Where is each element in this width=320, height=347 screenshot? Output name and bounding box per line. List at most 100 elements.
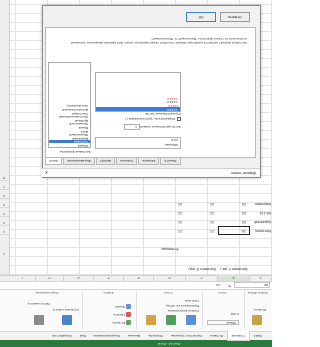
column-header-f[interactable]: F <box>94 275 124 281</box>
find-select-icon[interactable] <box>34 315 44 325</box>
separator-checkbox[interactable] <box>177 117 181 121</box>
active-cell-outline <box>218 226 250 235</box>
cell-d4[interactable]: 21 <box>178 211 182 215</box>
column-header-e[interactable]: E <box>124 275 154 281</box>
row-header-6[interactable]: 6 <box>0 190 9 199</box>
tab-data[interactable]: Данные <box>124 332 144 341</box>
column-header-h[interactable]: H <box>36 275 64 281</box>
sample-box: Образец 24,0 <box>95 137 181 149</box>
tab-insert[interactable]: Вставка <box>206 332 227 341</box>
tab-file[interactable]: Файл <box>250 332 266 341</box>
row-header-7[interactable]: 7 <box>0 181 9 190</box>
column-header-g[interactable]: G <box>64 275 94 281</box>
cell-b3[interactable]: 24 <box>242 220 246 224</box>
sort-filter-button[interactable]: Сортировка и фильтр <box>53 308 79 311</box>
column-header-b[interactable]: B <box>218 275 250 281</box>
format-table-icon[interactable] <box>166 315 176 325</box>
tab-alignment[interactable]: Выравнивание <box>63 158 95 165</box>
cell-b5[interactable]: 24 <box>242 202 246 206</box>
fx-icon[interactable]: fx <box>228 284 231 288</box>
delete-cells-label: Удалить <box>113 313 125 316</box>
cell-a3[interactable]: Цирконий <box>254 220 271 224</box>
row-header-4[interactable]: 4 <box>0 208 9 217</box>
cell-c3[interactable]: 21 <box>210 220 214 224</box>
cell-styles-icon[interactable] <box>146 315 156 325</box>
delete-cells-button[interactable]: Удалить <box>114 312 131 317</box>
dialog-title-bar[interactable]: Формат ячеек ✕ <box>41 168 260 177</box>
column-header-c[interactable]: C <box>186 275 218 281</box>
name-box[interactable]: B2 <box>234 282 270 288</box>
cancel-button[interactable]: Отмена <box>220 12 250 22</box>
row-header-1[interactable]: 1 <box>0 235 9 275</box>
group-label-editing: Редактирование <box>35 291 59 294</box>
title-bar: Книга1 - Excel <box>0 340 272 347</box>
group-styles: Условное форматирование Форматировать ка… <box>136 291 200 329</box>
sort-filter-icon[interactable] <box>62 315 72 325</box>
header-cell-vitamin-d[interactable]: Витамин D (ед) <box>188 266 216 271</box>
tab-formulas[interactable]: Формулы <box>144 332 167 341</box>
column-header-a[interactable]: A <box>250 275 272 281</box>
dialog-tabs: Число Выравнивание Шрифт Граница Заливка… <box>45 158 256 165</box>
negative-option[interactable]: -1234,0 <box>96 96 180 101</box>
close-icon[interactable]: ✕ <box>43 169 50 176</box>
conditional-format-icon[interactable] <box>186 315 196 325</box>
cell-a4[interactable]: НВ-101 <box>259 211 271 215</box>
insert-cells-button[interactable]: Вставить <box>112 320 131 325</box>
negative-numbers-list[interactable]: -1234,0 1234,0 -1234,0 -1234,0 <box>95 72 181 112</box>
column-header-i[interactable]: I <box>10 275 36 281</box>
percent-icon[interactable]: % 000 <box>231 312 239 315</box>
window-title: Книга1 - Excel <box>157 342 180 346</box>
ribbon: Вставить Буфер обмена Общий % 000 Число … <box>0 289 272 331</box>
row-header-2[interactable]: 2 <box>0 226 9 235</box>
group-label-number: Число <box>218 291 227 294</box>
tab-border[interactable]: Граница <box>116 158 138 165</box>
find-select-button[interactable]: Найти и выделить <box>28 302 50 305</box>
cell-styles-button[interactable]: Стили ячеек <box>185 299 199 302</box>
cell-d3[interactable]: 21 <box>178 220 182 224</box>
number-format-select[interactable]: Общий <box>207 320 239 325</box>
cell-c2[interactable]: 21 <box>210 229 214 233</box>
group-label-clipboard: Буфер обмена <box>247 291 268 294</box>
cell-a2[interactable]: Контроль <box>255 229 271 233</box>
format-description: Числовой формат является наиболее общим … <box>70 37 247 45</box>
column-headers: A B C D E F G H I <box>0 275 272 281</box>
tab-home[interactable]: Главная <box>226 331 250 341</box>
cell-b4[interactable]: 24 <box>242 211 246 215</box>
row-header-5[interactable]: 5 <box>0 199 9 208</box>
column-header-d[interactable]: D <box>154 275 186 281</box>
tab-view[interactable]: Вид <box>76 332 90 341</box>
cell-d2[interactable]: 21 <box>178 229 182 233</box>
tab-review[interactable]: Рецензирование <box>90 332 124 341</box>
tab-developer[interactable]: Разработчик <box>48 332 76 341</box>
header-cell-carbs[interactable]: Углеводы <box>156 246 184 251</box>
conditional-format-button[interactable]: Условное форматирование <box>168 309 199 312</box>
group-label-styles: Стили <box>164 291 173 294</box>
paste-icon[interactable] <box>252 315 262 325</box>
cell-d5[interactable]: 21 <box>178 202 182 206</box>
row-header-3[interactable]: 3 <box>0 217 9 226</box>
row-header-8[interactable]: 8 <box>0 172 9 181</box>
tab-font[interactable]: Шрифт <box>95 158 116 165</box>
sample-value: 24,0 <box>171 138 178 142</box>
insert-cells-icon <box>126 320 131 325</box>
cell-c5[interactable]: 21 <box>210 202 214 206</box>
format-cells-button[interactable]: Формат <box>114 304 131 309</box>
tab-fill[interactable]: Заливка <box>138 158 160 165</box>
format-as-table-button[interactable]: Форматировать как таблицу <box>166 304 199 307</box>
category-item[interactable]: Дополнительный <box>49 107 90 112</box>
cell-c4[interactable]: 21 <box>210 211 214 215</box>
formula-input[interactable]: 24 <box>216 283 220 287</box>
tab-protection[interactable]: Защита <box>160 158 181 165</box>
header-cell-vitamin-c[interactable]: Витамин С (мг) <box>220 266 248 271</box>
ok-button[interactable]: ОК <box>186 12 216 22</box>
category-item[interactable]: (все форматы) <box>49 104 90 108</box>
category-list[interactable]: Общий Числовой Денежный Финансовый Дата … <box>48 62 91 148</box>
excel-window: Книга1 - Excel Файл Главная Вставка Разм… <box>0 0 272 347</box>
cell-a5[interactable]: Корневин <box>255 202 271 206</box>
paste-button[interactable]: Вставить <box>253 308 266 311</box>
tab-page-layout[interactable]: Разметка страницы <box>167 332 206 341</box>
format-cells-icon <box>126 304 131 309</box>
tab-number[interactable]: Число <box>45 158 63 165</box>
format-cells-label: Формат <box>114 305 125 308</box>
decimals-spinner[interactable]: 1 <box>124 124 140 130</box>
